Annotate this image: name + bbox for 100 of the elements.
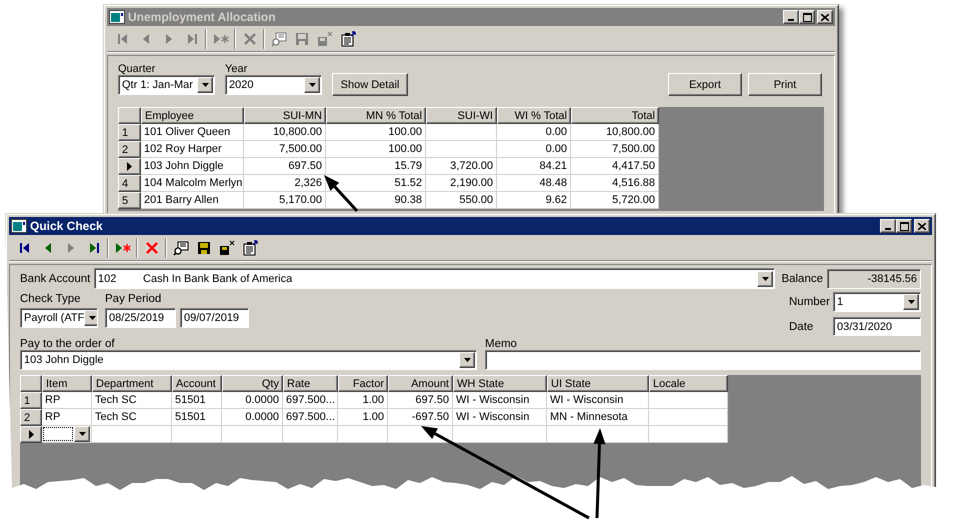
maximize-button[interactable]	[799, 10, 815, 24]
table-cell: 101 Oliver Queen	[141, 124, 244, 141]
check-type-label: Check Type	[20, 293, 82, 305]
table-cell: 10,800.00	[244, 124, 326, 141]
pointer-arrow	[324, 175, 358, 212]
column-header[interactable]: Account	[172, 375, 222, 392]
end-date-field[interactable]: 09/07/2019	[180, 308, 249, 328]
print-button[interactable]: Print	[748, 73, 822, 96]
table-cell	[338, 426, 388, 443]
caret-icon	[78, 432, 86, 436]
quarter-dropdown[interactable]: Qtr 1: Jan-Mar	[118, 75, 215, 95]
grid-corner	[118, 107, 141, 124]
bank-account-dropdown[interactable]: 102 Cash In Bank Bank of America	[94, 268, 776, 289]
table-cell: WI - Wisconsin	[453, 392, 547, 409]
row-header[interactable]: 1	[118, 124, 141, 141]
table-cell: 5,720.00	[571, 192, 659, 209]
caret-icon	[762, 276, 769, 280]
payee-dropdown[interactable]: 103 John Diggle	[20, 350, 477, 370]
minimize-icon	[885, 228, 891, 230]
column-header[interactable]: WI % Total	[497, 107, 571, 124]
maximize-icon	[900, 222, 908, 230]
table-cell: 1.00	[338, 392, 388, 409]
column-header[interactable]: Locale	[649, 375, 728, 392]
column-header[interactable]: Factor	[338, 375, 388, 392]
table-cell: 102 Roy Harper	[141, 141, 244, 158]
column-header[interactable]: Amount	[388, 375, 453, 392]
table-cell: 90.38	[326, 192, 426, 209]
table-cell: 5,170.00	[244, 192, 326, 209]
column-header[interactable]: Item	[42, 375, 92, 392]
current-row-icon	[127, 162, 132, 171]
table-cell: 104 Malcolm Merlyn	[141, 175, 244, 192]
number-dropdown[interactable]: 1	[833, 292, 921, 312]
current-row-icon	[29, 430, 34, 439]
table-cell: 103 John Diggle	[141, 158, 244, 175]
row-header[interactable]: 5	[118, 192, 141, 209]
maximize-icon	[802, 12, 812, 22]
table-cell: 2,190.00	[426, 175, 497, 192]
table-cell: Tech SC	[92, 392, 172, 409]
dropdown-button[interactable]	[757, 270, 774, 286]
check-type-dropdown[interactable]: Payroll (ATF	[20, 308, 98, 328]
pay-period-label: Pay Period	[105, 293, 162, 305]
column-header[interactable]: Total	[571, 107, 659, 124]
table-cell: 697.500...	[283, 392, 338, 409]
number-label: Number	[789, 296, 831, 308]
table-cell	[283, 426, 338, 443]
table-cell: 84.21	[497, 158, 571, 175]
minimize-button[interactable]	[880, 219, 896, 233]
table-cell: 4,417.50	[571, 158, 659, 175]
column-header[interactable]: Department	[92, 375, 172, 392]
window-title: Quick Check	[30, 219, 103, 233]
table-cell: WI - Wisconsin	[547, 392, 649, 409]
export-button[interactable]: Export	[668, 73, 742, 96]
table-cell: 51.52	[326, 175, 426, 192]
table-cell: 51501	[172, 392, 222, 409]
column-header[interactable]: SUI-MN	[244, 107, 326, 124]
dropdown-button[interactable]	[84, 310, 97, 326]
row-header[interactable]: 4	[118, 175, 141, 192]
caret-icon	[908, 300, 914, 304]
table-cell: 48.48	[497, 175, 571, 192]
dropdown-button[interactable]	[903, 294, 919, 310]
balance-label: Balance	[781, 272, 823, 284]
table-cell: 0.0000	[222, 409, 283, 426]
column-header[interactable]: WH State	[453, 375, 547, 392]
grid-corner	[20, 375, 42, 392]
column-header[interactable]: Employee	[141, 107, 244, 124]
table-cell: RP	[42, 409, 92, 426]
table-cell: 4,516.88	[571, 175, 659, 192]
row-header[interactable]: 1	[20, 392, 42, 409]
memo-label: Memo	[485, 338, 518, 350]
close-icon	[821, 14, 829, 20]
cell-editor-dropdown[interactable]	[42, 426, 91, 442]
table-cell	[222, 426, 283, 443]
dropdown-button[interactable]	[74, 426, 90, 442]
date-field[interactable]: 03/31/2020	[833, 317, 921, 336]
memo-field[interactable]	[485, 350, 921, 370]
minimize-button[interactable]	[783, 10, 799, 24]
year-dropdown[interactable]: 2020	[225, 75, 322, 95]
column-header[interactable]: UI State	[547, 375, 649, 392]
start-date-field[interactable]: 08/25/2019	[105, 308, 176, 328]
row-header[interactable]: 2	[20, 409, 42, 426]
row-header[interactable]	[20, 426, 42, 443]
close-button[interactable]	[817, 10, 833, 24]
dropdown-button[interactable]	[459, 352, 475, 368]
maximize-button[interactable]	[896, 219, 912, 233]
table-cell: 51501	[172, 409, 222, 426]
bank-account-label: Bank Account	[20, 272, 90, 284]
column-header[interactable]: Qty	[222, 375, 283, 392]
year-label: Year	[225, 63, 248, 75]
column-header[interactable]: SUI-WI	[426, 107, 497, 124]
dropdown-button[interactable]	[304, 77, 320, 93]
column-header[interactable]: MN % Total	[326, 107, 426, 124]
column-header[interactable]: Rate	[283, 375, 338, 392]
table-cell: 0.00	[497, 124, 571, 141]
table-cell: 697.50	[388, 392, 453, 409]
table-cell: 697.50	[244, 158, 326, 175]
close-button[interactable]	[914, 219, 930, 233]
dropdown-button[interactable]	[197, 77, 213, 93]
row-header[interactable]: 2	[118, 141, 141, 158]
show-detail-button[interactable]: Show Detail	[332, 73, 408, 96]
row-header[interactable]	[118, 158, 141, 175]
